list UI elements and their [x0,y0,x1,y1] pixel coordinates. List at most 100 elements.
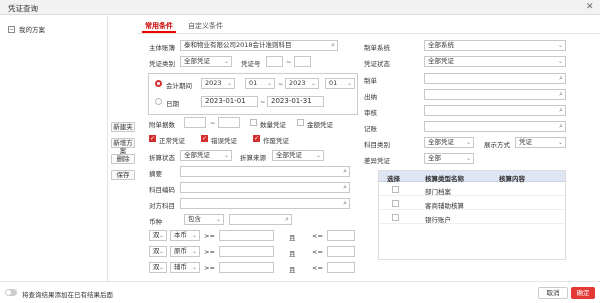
attach-to[interactable] [218,117,240,128]
new-scheme-button[interactable]: 新增方案 [111,138,135,155]
main-book-input[interactable]: 泰和物业有限公司2018会计准则科目 ⌕ [180,40,338,51]
chevron-down-icon: ⌄ [226,80,232,87]
currency-label: 币种 [149,218,162,226]
table-row[interactable]: 部门档案 [379,184,565,196]
search-icon[interactable]: ⌕ [343,167,347,176]
tab-custom-conditions[interactable]: 自定义条件 [188,21,223,31]
search-icon[interactable]: ⌕ [559,106,563,115]
amount-type-select[interactable]: 辅币 ⌄ [170,262,200,273]
search-icon[interactable]: ⌕ [559,74,563,83]
amount-type-select[interactable]: 本币 ⌄ [170,230,200,241]
voucher-type-label: 凭证类别 [149,60,175,68]
bookkeeper-input[interactable]: ⌕ [424,121,566,132]
row-checkbox[interactable] [392,214,399,221]
amount-max-input[interactable] [327,230,355,241]
col-type-name: 核算类型名称 [425,175,464,183]
append-results-label: 将查询结果添加在已有结果后面 [22,291,113,299]
date-radio[interactable] [155,98,162,105]
system-select[interactable]: 全部系统 ⌄ [424,40,566,51]
abstract-input[interactable]: ⌕ [180,166,350,177]
row-checkbox[interactable] [392,186,399,193]
fold-status-label: 折算状态 [149,154,175,162]
tab-common-conditions[interactable]: 常用条件 [145,21,173,31]
date-label: 日期 [166,100,179,108]
cancel-button[interactable]: 取消 [538,287,568,299]
col-select: 选择 [387,175,400,183]
save-button[interactable]: 保存 [111,170,135,180]
voucher-no-label: 凭证号 [241,60,261,68]
period-from-year-value: 2023 [205,79,222,87]
direction-select[interactable]: 双 ⌄ [149,246,167,257]
row-checkbox[interactable] [392,200,399,207]
tree-root[interactable]: − 我的方案 [8,24,45,34]
chevron-down-icon: ⌄ [465,155,471,162]
amount-max-input[interactable] [327,246,355,257]
minus-icon[interactable]: − [8,25,15,33]
subject-code-input[interactable]: ⌕ [180,182,350,193]
append-results-toggle[interactable] [5,289,17,296]
amount-type-select[interactable]: 原币 ⌄ [170,246,200,257]
status-select[interactable]: 全部凭证 ⌄ [424,56,566,67]
amount-max-input[interactable] [327,262,355,273]
amount-min-input[interactable] [219,230,274,241]
void-voucher-checkbox[interactable]: ✓ [253,135,260,142]
table-header: 选择 核算类型名称 核算内容 [379,171,565,183]
amount-type-value: 辅币 [174,263,187,271]
cashier-input[interactable]: ⌕ [424,89,566,100]
subject-code-label: 科目编码 [149,186,175,194]
abstract-label: 摘要 [149,170,162,178]
period-from-year[interactable]: 2023 ⌄ [201,78,235,89]
table-row[interactable]: 银行账户 [379,212,565,224]
voucher-no-from[interactable] [266,56,283,67]
search-icon[interactable]: ⌕ [343,199,347,208]
chevron-down-icon: ⌄ [158,264,164,271]
period-group: 会计期间 2023 ⌄ 01 ⌄ ~ 2023 ⌄ 01 ⌄ 日期 2023-01-01… [148,73,358,115]
delete-button[interactable]: 删除 [111,154,135,164]
period-to-month[interactable]: 01 ⌄ [325,78,355,89]
error-voucher-checkbox[interactable]: ✓ [201,135,208,142]
search-icon[interactable]: ⌕ [331,41,335,50]
auditor-input[interactable]: ⌕ [424,105,566,116]
period-from-month[interactable]: 01 ⌄ [245,78,275,89]
search-icon[interactable]: ⌕ [559,122,563,131]
diff-select[interactable]: 全部 ⌄ [424,153,474,164]
chevron-down-icon: ⌄ [223,152,229,159]
chevron-down-icon: ⌄ [557,58,563,65]
table-row[interactable]: 客商辅助核算 [379,198,565,210]
maker-input[interactable]: ⌕ [424,73,566,84]
period-to-year[interactable]: 2023 ⌄ [285,78,319,89]
fold-source-select[interactable]: 全部凭证 ⌄ [272,150,324,161]
amount-voucher-checkbox[interactable] [297,119,304,126]
fold-source-value: 全部凭证 [276,151,302,159]
counter-subject-input[interactable]: ⌕ [180,198,350,209]
period-radio[interactable] [155,80,162,87]
subject-type-select[interactable]: 全部凭证 ⌄ [424,137,474,148]
direction-select[interactable]: 双 ⌄ [149,230,167,241]
display-select[interactable]: 凭证 ⌄ [515,137,566,148]
search-icon[interactable]: ⌕ [559,90,563,99]
qty-voucher-checkbox[interactable] [250,119,257,126]
direction-select[interactable]: 双 ⌄ [149,262,167,273]
close-icon[interactable]: ✕ [586,2,594,12]
display-label: 展示方式 [484,141,510,149]
display-value: 凭证 [519,138,532,146]
status-label: 凭证状态 [364,60,390,68]
voucher-no-to[interactable] [294,56,311,67]
date-to-input[interactable]: 2023-01-31 [267,96,324,107]
voucher-type-select[interactable]: 全部凭证 ⌄ [180,56,232,67]
attach-from[interactable] [184,117,206,128]
voucher-type-value: 全部凭证 [184,57,210,65]
normal-voucher-checkbox[interactable]: ✓ [149,135,156,142]
fold-status-select[interactable]: 全部凭证 ⌄ [180,150,232,161]
chevron-down-icon: ⌄ [158,248,164,255]
currency-input[interactable]: ⌕ [229,214,292,225]
amount-min-input[interactable] [219,262,274,273]
ok-button[interactable]: 确定 [571,287,595,299]
new-folder-button[interactable]: 新建夹 [111,122,135,132]
search-icon[interactable]: ⌕ [285,215,289,224]
date-from-input[interactable]: 2023-01-01 [201,96,258,107]
amount-min-input[interactable] [219,246,274,257]
currency-mode-select[interactable]: 包含 ⌄ [184,214,224,225]
search-icon[interactable]: ⌕ [343,183,347,192]
main-book-label: 主体账簿 [149,44,175,52]
